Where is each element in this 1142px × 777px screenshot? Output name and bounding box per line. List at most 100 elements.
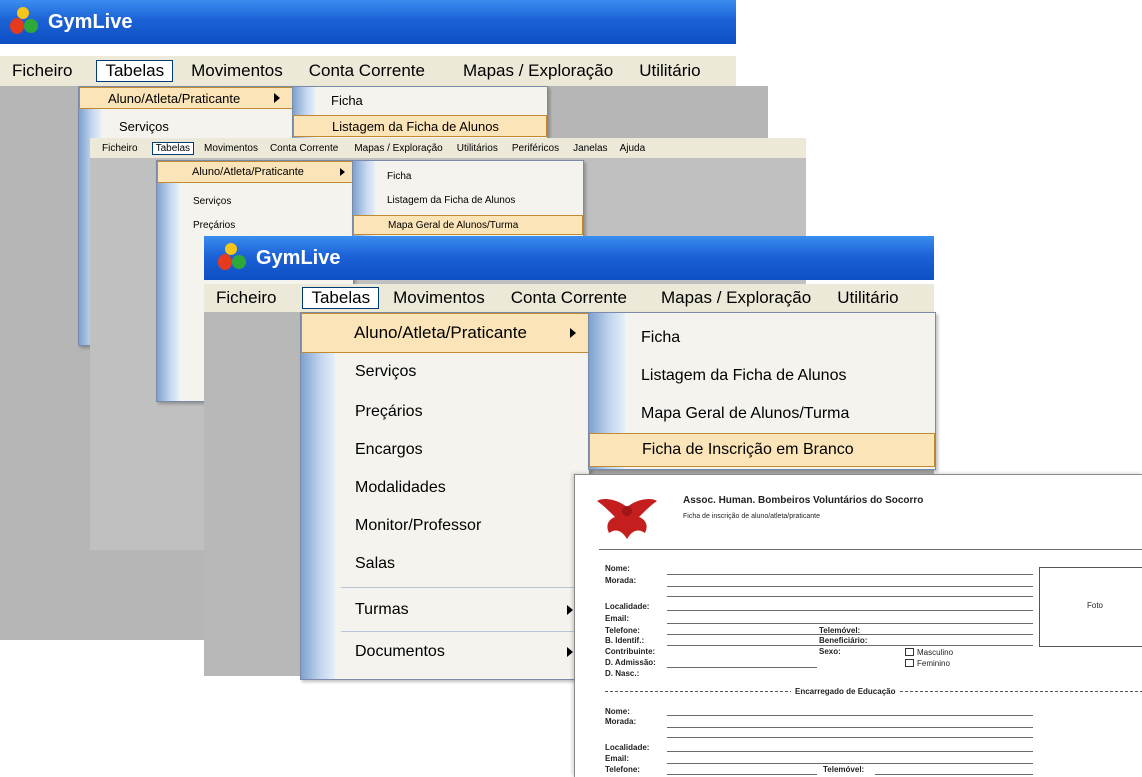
chevron-right-icon (340, 168, 345, 176)
line-localidade (667, 610, 1033, 611)
title-bar: GymLive (0, 0, 736, 44)
label-beneficiario: Beneficiário: (819, 636, 868, 645)
label-telemovel-encarregado: Telemóvel: (823, 765, 865, 774)
menu-movimentos[interactable]: Movimentos (191, 61, 283, 81)
line-nome (667, 574, 1033, 575)
menu-item-encargos-front[interactable]: Encargos (301, 435, 589, 465)
app-title: GymLive (48, 10, 133, 33)
label-telefone: Telefone: (605, 626, 640, 635)
menu-bar-small: Ficheiro Tabelas Movimentos Conta Corren… (90, 138, 806, 159)
label-nome-encarregado: Nome: (605, 707, 630, 716)
menu-item-servicos-front[interactable]: Serviços (301, 357, 589, 387)
menu-conta-small[interactable]: Conta Corrente (270, 143, 338, 154)
menu-item-aluno-front[interactable]: Aluno/Atleta/Praticante (301, 313, 589, 353)
label-sexo: Sexo: (819, 647, 841, 656)
submenu-ficha-branco-front[interactable]: Ficha de Inscrição em Branco (589, 433, 935, 467)
label-morada-encarregado: Morada: (605, 717, 637, 726)
menu-item-aluno-small[interactable]: Aluno/Atleta/Praticante (157, 161, 353, 183)
line-morada-encarregado-2 (667, 737, 1033, 738)
menu-item-precarios-front[interactable]: Preçários (301, 397, 589, 427)
menu-item-aluno[interactable]: Aluno/Atleta/Praticante (79, 87, 299, 109)
label-admissao: D. Admissão: (605, 658, 656, 667)
menu-item-modalidades-front[interactable]: Modalidades (301, 473, 589, 503)
submenu-ficha-small[interactable]: Ficha (353, 167, 583, 185)
menu-mapas-small[interactable]: Mapas / Exploração (354, 143, 442, 154)
label-nasc: D. Nasc.: (605, 669, 640, 678)
menu-item-servicos-small[interactable]: Serviços (157, 191, 353, 211)
line-morada-2 (667, 596, 1033, 597)
label-masculino: Masculino (917, 648, 954, 657)
menu-ficheiro-front[interactable]: Ficheiro (216, 288, 276, 308)
form-org-name: Assoc. Human. Bombeiros Voluntários do S… (683, 495, 924, 506)
aluno-submenu-front: Ficha Listagem da Ficha de Alunos Mapa G… (588, 312, 936, 470)
submenu-listagem[interactable]: Listagem da Ficha de Alunos (293, 115, 547, 137)
workspace-extension (546, 86, 768, 146)
menu-perifericos-small[interactable]: Periféricos (512, 143, 559, 154)
menu-separator (341, 587, 585, 588)
menu-item-servicos[interactable]: Serviços (79, 115, 299, 137)
line-nome-encarregado (667, 715, 1033, 716)
gymlive-logo-icon (216, 241, 250, 275)
chevron-right-icon (274, 93, 280, 103)
menu-ficheiro-small[interactable]: Ficheiro (102, 143, 138, 154)
label-localidade: Localidade: (605, 602, 650, 611)
menu-item-documentos-front[interactable]: Documentos (301, 637, 589, 667)
submenu-listagem-front[interactable]: Listagem da Ficha de Alunos (589, 361, 935, 391)
menu-item-turmas-front[interactable]: Turmas (301, 595, 589, 625)
line-email-encarregado (667, 763, 1033, 764)
menu-ficheiro[interactable]: Ficheiro (6, 61, 78, 81)
app-title-front: GymLive (256, 246, 341, 269)
menu-movimentos-small[interactable]: Movimentos (204, 143, 258, 154)
line-morada-1 (667, 586, 1033, 587)
inscription-form: Assoc. Human. Bombeiros Voluntários do S… (574, 474, 1142, 777)
line-admissao (667, 667, 817, 668)
label-feminino: Feminino (917, 659, 950, 668)
menu-janelas-small[interactable]: Janelas (573, 143, 607, 154)
menu-tabelas-front[interactable]: Tabelas (302, 287, 380, 309)
menu-ajuda-small[interactable]: Ajuda (620, 143, 646, 154)
submenu-ficha[interactable]: Ficha (293, 89, 547, 111)
menu-tabelas-small[interactable]: Tabelas (151, 141, 195, 155)
menu-utilitarios-front[interactable]: Utilitário (837, 288, 898, 308)
menu-item-precarios-small[interactable]: Preçários (157, 215, 353, 235)
menu-mapas-front[interactable]: Mapas / Exploração (661, 288, 811, 308)
menu-bar-front: Ficheiro Tabelas Movimentos Conta Corren… (204, 284, 934, 313)
menu-conta-corrente[interactable]: Conta Corrente (309, 61, 425, 81)
menu-movimentos-front[interactable]: Movimentos (393, 288, 485, 308)
menu-mapas[interactable]: Mapas / Exploração (463, 61, 613, 81)
label-bi: B. Identif.: (605, 636, 645, 645)
submenu-listagem-small[interactable]: Listagem da Ficha de Alunos (353, 191, 583, 209)
menu-separator (341, 631, 585, 632)
menu-item-monitor-front[interactable]: Monitor/Professor (301, 511, 589, 541)
checkbox-masculino[interactable] (905, 648, 914, 656)
menu-bar: Ficheiro Tabelas Movimentos Conta Corren… (0, 56, 736, 87)
aluno-submenu-small: Ficha Listagem da Ficha de Alunos Mapa G… (352, 160, 584, 242)
menu-item-salas-front[interactable]: Salas (301, 549, 589, 579)
tabelas-menu-front: Aluno/Atleta/Praticante Serviços Preçári… (300, 312, 590, 680)
line-telefone-encarregado (667, 774, 817, 775)
label-email-encarregado: Email: (605, 754, 630, 763)
submenu-mapa-small[interactable]: Mapa Geral de Alunos/Turma (353, 215, 583, 235)
chevron-right-icon (567, 647, 573, 657)
label-email: Email: (605, 614, 630, 623)
submenu-ficha-front[interactable]: Ficha (589, 323, 935, 353)
menu-conta-front[interactable]: Conta Corrente (511, 288, 627, 308)
line-telemovel-encarregado (875, 774, 1033, 775)
label-contribuinte: Contribuinte: (605, 647, 656, 656)
menu-utilitarios-small[interactable]: Utilitários (457, 143, 498, 154)
aluno-submenu-back: Ficha Listagem da Ficha de Alunos (292, 86, 548, 140)
label-morada: Morada: (605, 576, 637, 585)
section-encarregado: Encarregado de Educação (791, 687, 900, 696)
line-bi (667, 645, 1033, 646)
label-foto: Foto (1087, 601, 1104, 610)
submenu-mapa-front[interactable]: Mapa Geral de Alunos/Turma (589, 399, 935, 429)
checkbox-feminino[interactable] (905, 659, 914, 667)
menu-utilitarios[interactable]: Utilitário (639, 61, 700, 81)
line-telefone (667, 634, 1033, 635)
eagle-logo-icon (597, 499, 657, 539)
menu-tabelas[interactable]: Tabelas (96, 60, 174, 82)
form-header-rule (599, 549, 1142, 550)
title-bar-front: GymLive (204, 236, 934, 280)
line-localidade-encarregado (667, 751, 1033, 752)
line-email (667, 623, 1033, 624)
